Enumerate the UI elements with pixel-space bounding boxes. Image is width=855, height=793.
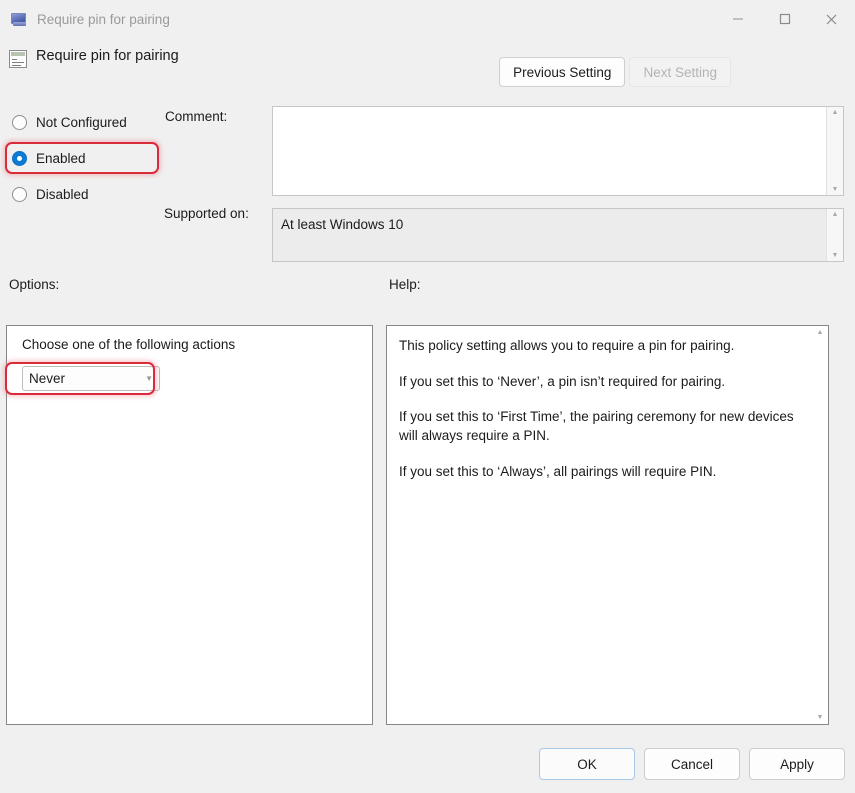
- options-caption: Choose one of the following actions: [22, 337, 360, 352]
- action-dropdown-value: Never: [29, 371, 145, 386]
- radio-label-disabled: Disabled: [36, 187, 89, 202]
- radio-label-enabled: Enabled: [36, 151, 86, 166]
- help-paragraph: This policy setting allows you to requir…: [399, 337, 800, 356]
- scroll-down-icon[interactable]: ▼: [832, 252, 839, 259]
- radio-enabled[interactable]: Enabled: [12, 144, 162, 172]
- supported-on-label: Supported on:: [164, 206, 249, 221]
- radio-indicator-not-configured: [12, 115, 27, 130]
- radio-label-not-configured: Not Configured: [36, 115, 127, 130]
- policy-state-radio-group: Not Configured Enabled Disabled: [12, 108, 162, 216]
- comment-scrollbar[interactable]: ▲ ▼: [826, 107, 843, 195]
- supported-on-scrollbar[interactable]: ▲ ▼: [826, 209, 843, 261]
- dialog-header: Require pin for pairing Previous Setting…: [0, 44, 855, 92]
- help-panel: This policy setting allows you to requir…: [386, 325, 829, 725]
- action-dropdown[interactable]: Never ▼: [22, 366, 160, 391]
- comment-field[interactable]: ▲ ▼: [272, 106, 844, 196]
- help-scrollbar[interactable]: ▲ ▼: [812, 326, 828, 724]
- radio-not-configured[interactable]: Not Configured: [12, 108, 162, 136]
- options-panel: Choose one of the following actions Neve…: [6, 325, 373, 725]
- radio-disabled[interactable]: Disabled: [12, 180, 162, 208]
- window-title: Require pin for pairing: [37, 12, 170, 27]
- help-paragraph: If you set this to ‘Never’, a pin isn’t …: [399, 373, 800, 392]
- page-title: Require pin for pairing: [36, 48, 179, 64]
- policy-setting-icon: [9, 50, 27, 68]
- supported-on-text: At least Windows 10: [273, 209, 826, 261]
- help-content: This policy setting allows you to requir…: [387, 326, 812, 724]
- apply-button[interactable]: Apply: [749, 748, 845, 780]
- ok-button[interactable]: OK: [539, 748, 635, 780]
- help-paragraph: If you set this to ‘Always’, all pairing…: [399, 463, 800, 482]
- window-controls: [714, 0, 855, 38]
- policy-computer-icon: [10, 10, 28, 28]
- scroll-down-icon[interactable]: ▼: [832, 186, 839, 193]
- radio-indicator-disabled: [12, 187, 27, 202]
- close-icon[interactable]: [808, 0, 855, 38]
- supported-on-field: At least Windows 10 ▲ ▼: [272, 208, 844, 262]
- cancel-button[interactable]: Cancel: [644, 748, 740, 780]
- dialog-footer: OK Cancel Apply: [539, 748, 845, 780]
- options-content: Choose one of the following actions Neve…: [7, 326, 372, 724]
- chevron-down-icon: ▼: [145, 375, 153, 383]
- setting-navigation: Previous Setting Next Setting: [499, 57, 731, 87]
- comment-text[interactable]: [273, 107, 826, 195]
- next-setting-button: Next Setting: [629, 57, 731, 87]
- help-label: Help:: [389, 277, 421, 292]
- scroll-up-icon[interactable]: ▲: [832, 109, 839, 116]
- scroll-down-icon[interactable]: ▼: [817, 714, 824, 721]
- radio-indicator-enabled: [12, 151, 27, 166]
- minimize-icon[interactable]: [714, 0, 761, 38]
- options-label: Options:: [9, 277, 59, 292]
- scroll-up-icon[interactable]: ▲: [832, 211, 839, 218]
- maximize-icon[interactable]: [761, 0, 808, 38]
- previous-setting-button[interactable]: Previous Setting: [499, 57, 625, 87]
- help-paragraph: If you set this to ‘First Time’, the pai…: [399, 408, 800, 445]
- title-bar: Require pin for pairing: [0, 0, 855, 38]
- scroll-up-icon[interactable]: ▲: [817, 329, 824, 336]
- comment-label: Comment:: [165, 109, 227, 124]
